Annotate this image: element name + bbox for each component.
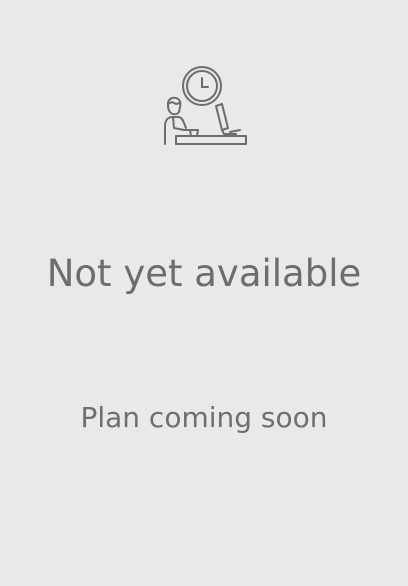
person-at-desk-waiting-clock-icon — [160, 64, 248, 148]
empty-state-subtext: Plan coming soon — [80, 401, 328, 434]
empty-state-panel: Not yet available Plan coming soon — [0, 0, 408, 586]
empty-state-title: Not yet available — [46, 252, 362, 295]
